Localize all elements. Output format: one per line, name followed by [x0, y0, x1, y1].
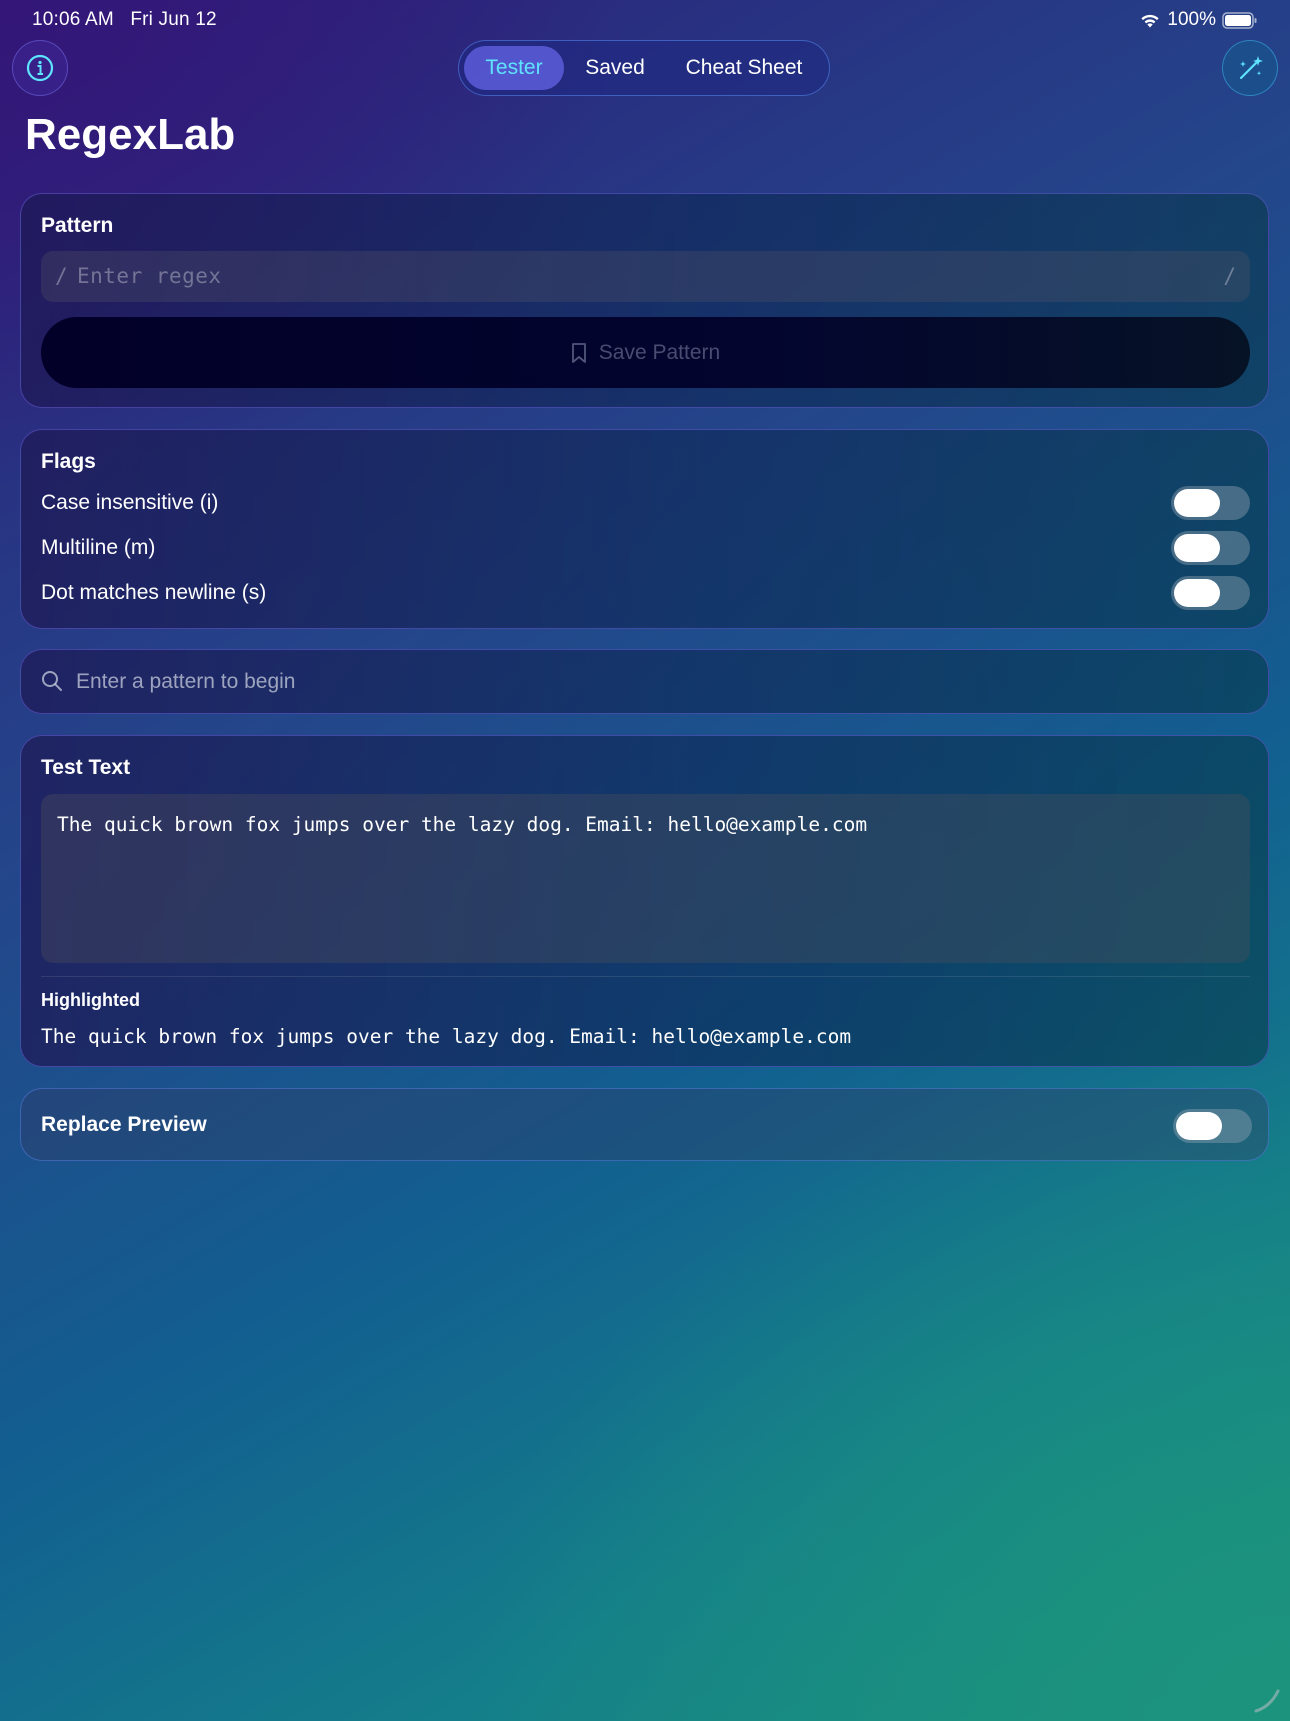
- clock-time: 10:06 AM: [32, 9, 114, 30]
- flags-card: Flags Case insensitive (i) Multiline (m)…: [20, 429, 1269, 629]
- search-icon: [42, 671, 62, 691]
- test-text-label: Test Text: [41, 756, 131, 779]
- test-text-input[interactable]: The quick brown fox jumps over the lazy …: [41, 794, 1250, 963]
- regex-close-delimiter: /: [1223, 264, 1236, 288]
- replace-preview-toggle[interactable]: [1173, 1109, 1252, 1143]
- test-text-value: The quick brown fox jumps over the lazy …: [57, 813, 868, 836]
- magic-wand-sparkles-icon: [1239, 56, 1263, 80]
- resize-handle-icon: [1254, 1689, 1280, 1713]
- flag-label: Multiline (m): [41, 536, 156, 559]
- tab-saved[interactable]: Saved: [564, 46, 666, 90]
- status-indicators: 100%: [1139, 9, 1258, 31]
- replace-preview-card: Replace Preview: [20, 1088, 1269, 1161]
- highlighted-label: Highlighted: [41, 990, 140, 1010]
- toggle-knob: [1176, 1112, 1222, 1140]
- pattern-card: Pattern / Enter regex / Save Pattern: [20, 193, 1269, 408]
- tab-tester[interactable]: Tester: [464, 46, 564, 90]
- save-pattern-label: Save Pattern: [598, 340, 721, 364]
- clock-date: Fri Jun 12: [130, 9, 217, 30]
- flag-label: Dot matches newline (s): [41, 581, 267, 604]
- wifi-icon: [1141, 14, 1159, 28]
- flag-case-insensitive: Case insensitive (i): [41, 485, 1250, 521]
- page-title: RegexLab: [25, 110, 236, 159]
- tab-label: Cheat Sheet: [685, 56, 803, 79]
- pattern-label: Pattern: [41, 214, 114, 237]
- regex-input[interactable]: / Enter regex /: [41, 251, 1250, 302]
- toggle-knob: [1174, 534, 1220, 562]
- regex-placeholder: Enter regex: [77, 264, 222, 288]
- info-circle-icon: [26, 54, 54, 82]
- regex-open-delimiter: /: [55, 264, 68, 288]
- flags-label: Flags: [41, 450, 96, 473]
- toggle-knob: [1174, 579, 1220, 607]
- flag-label: Case insensitive (i): [41, 491, 219, 514]
- dot-matches-newline-toggle[interactable]: [1171, 576, 1250, 610]
- highlighted-text: The quick brown fox jumps over the lazy …: [41, 1025, 852, 1048]
- toggle-knob: [1174, 489, 1220, 517]
- divider: [41, 976, 1250, 977]
- magic-wand-button[interactable]: [1222, 40, 1278, 96]
- status-bar: 10:06 AM Fri Jun 12 100%: [0, 0, 1290, 40]
- tab-cheat-sheet[interactable]: Cheat Sheet: [666, 46, 822, 90]
- tab-selector: Tester Saved Cheat Sheet: [458, 40, 830, 96]
- tab-label: Tester: [485, 56, 543, 79]
- case-insensitive-toggle[interactable]: [1171, 486, 1250, 520]
- save-pattern-button[interactable]: Save Pattern: [41, 317, 1250, 388]
- bookmark-icon: [571, 342, 586, 363]
- info-button[interactable]: [12, 40, 68, 96]
- status-message: Enter a pattern to begin: [76, 670, 296, 693]
- multiline-toggle[interactable]: [1171, 531, 1250, 565]
- flag-multiline: Multiline (m): [41, 530, 1250, 566]
- flag-dot-all: Dot matches newline (s): [41, 575, 1250, 611]
- test-text-card: Test Text The quick brown fox jumps over…: [20, 735, 1269, 1067]
- replace-preview-label: Replace Preview: [41, 1113, 207, 1136]
- match-status-bar: Enter a pattern to begin: [20, 649, 1269, 714]
- battery-percent: 100%: [1167, 9, 1216, 30]
- battery-icon: [1222, 11, 1257, 29]
- status-time: 10:06 AM Fri Jun 12: [32, 9, 217, 31]
- tab-label: Saved: [585, 56, 645, 79]
